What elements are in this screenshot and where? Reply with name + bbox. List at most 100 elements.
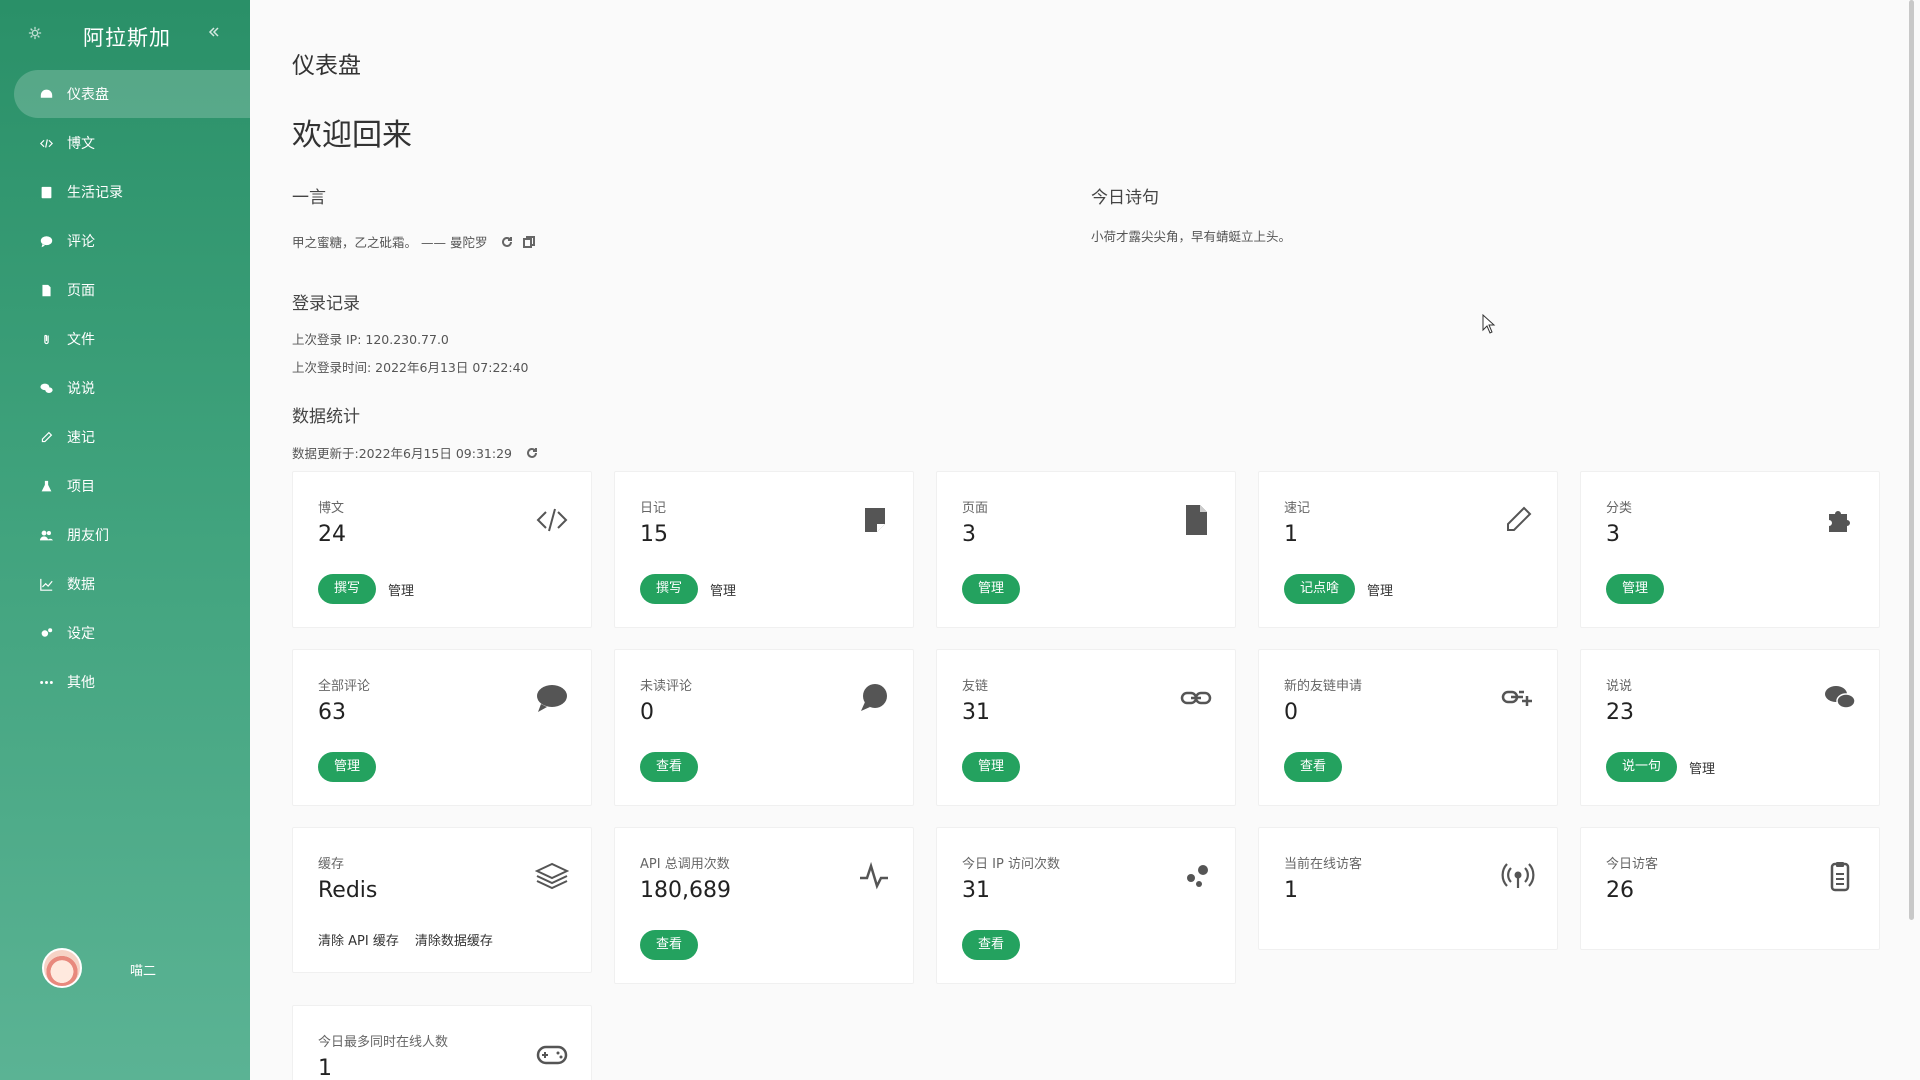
- sidebar-item-dashboard[interactable]: 仪表盘: [14, 70, 250, 118]
- sidebar-item-label: 生活记录: [67, 185, 123, 201]
- card-label: 友链: [962, 679, 989, 694]
- file-icon: [42, 284, 51, 296]
- card-label: 未读评论: [640, 679, 693, 694]
- card-value: Redis: [318, 878, 378, 903]
- comments-icon: [40, 383, 53, 393]
- sidebar-item-comments[interactable]: 评论: [14, 217, 250, 265]
- comment-dots-icon: [857, 682, 891, 714]
- card-label: 全部评论: [318, 679, 371, 694]
- view-link-requests-button[interactable]: 查看: [1284, 752, 1343, 782]
- write-diary-button[interactable]: 撰写: [640, 574, 699, 604]
- stat-card-online-visitors: 当前在线访客 1: [1258, 827, 1558, 950]
- clear-data-cache-link[interactable]: 清除数据缓存: [415, 930, 493, 949]
- view-ip-visits-button[interactable]: 查看: [962, 930, 1021, 960]
- poem-text: 小荷才露尖尖角，早有蜻蜓立上头。: [1091, 229, 1292, 244]
- puzzle-icon: [1823, 504, 1857, 536]
- file-icon: [1179, 504, 1213, 536]
- stats-updated-line: 数据更新于:2022年6月15日 09:31:29: [292, 443, 538, 462]
- manage-posts-link[interactable]: 管理: [388, 580, 414, 599]
- sidebar-item-label: 文件: [67, 332, 95, 348]
- gamepad-icon: [535, 1038, 569, 1070]
- sidebar-item-pages[interactable]: 页面: [14, 266, 250, 314]
- stat-card-categories: 分类 3 管理: [1580, 471, 1880, 628]
- last-login-time: 上次登录时间: 2022年6月13日 07:22:40: [292, 360, 529, 375]
- mouse-cursor-icon: [1482, 314, 1496, 334]
- view-api-calls-button[interactable]: 查看: [640, 930, 699, 960]
- stat-card-api-calls: API 总调用次数 180,689 查看: [614, 827, 914, 984]
- refresh-icon[interactable]: [501, 236, 513, 248]
- stat-card-all-comments: 全部评论 63 管理: [292, 649, 592, 806]
- sidebar-item-files[interactable]: 文件: [14, 315, 250, 363]
- manage-diary-link[interactable]: 管理: [710, 580, 736, 599]
- manage-links-button[interactable]: 管理: [962, 752, 1021, 782]
- manage-pages-button[interactable]: 管理: [962, 574, 1021, 604]
- card-label: 页面: [962, 501, 989, 516]
- stats-title: 数据统计: [292, 407, 360, 427]
- card-label: 博文: [318, 501, 345, 516]
- collapse-sidebar-icon[interactable]: [208, 26, 220, 38]
- login-title: 登录记录: [292, 294, 360, 314]
- sidebar-item-life-records[interactable]: 生活记录: [14, 168, 250, 216]
- copy-icon[interactable]: [523, 236, 536, 248]
- card-value: 63: [318, 700, 346, 725]
- gear-icon[interactable]: [28, 26, 42, 40]
- hitokoto-text: 甲之蜜糖，乙之砒霜。 —— 曼陀罗: [292, 235, 488, 250]
- card-value: 31: [962, 878, 990, 903]
- comment-icon: [40, 235, 53, 247]
- stat-card-posts: 博文 24 撰写 管理: [292, 471, 592, 628]
- code-icon: [40, 138, 53, 148]
- avatar[interactable]: [42, 948, 82, 988]
- dashboard-icon: [40, 89, 53, 98]
- stat-card-unread-comments: 未读评论 0 查看: [614, 649, 914, 806]
- sidebar-item-label: 博文: [67, 136, 95, 152]
- view-unread-comments-button[interactable]: 查看: [640, 752, 699, 782]
- sidebar-item-data[interactable]: 数据: [14, 560, 250, 608]
- sticky-note-icon: [857, 504, 891, 536]
- book-icon: [41, 186, 52, 198]
- manage-notes-link[interactable]: 管理: [1367, 580, 1393, 599]
- comment-icon: [535, 682, 569, 714]
- sidebar-item-notes[interactable]: 速记: [14, 413, 250, 461]
- user-profile[interactable]: 喵二: [42, 948, 232, 988]
- clear-api-cache-link[interactable]: 清除 API 缓存: [318, 930, 399, 949]
- stat-card-pages: 页面 3 管理: [936, 471, 1236, 628]
- add-note-button[interactable]: 记点啥: [1284, 574, 1356, 604]
- sidebar-item-friends[interactable]: 朋友们: [14, 511, 250, 559]
- card-value: 15: [640, 522, 668, 547]
- sidebar-item-label: 说说: [67, 381, 95, 397]
- chart-icon: [40, 578, 53, 591]
- stats-updated: 数据更新于:2022年6月15日 09:31:29: [292, 446, 512, 461]
- paperclip-icon: [44, 334, 49, 344]
- scrollbar[interactable]: [1909, 0, 1914, 920]
- broadcast-icon: [1501, 860, 1535, 892]
- stat-card-link-requests: 新的友链申请 0 查看: [1258, 649, 1558, 806]
- write-post-button[interactable]: 撰写: [318, 574, 377, 604]
- card-label: 新的友链申请: [1284, 679, 1363, 694]
- manage-comments-button[interactable]: 管理: [318, 752, 377, 782]
- stat-card-peak-online: 今日最多同时在线人数 1: [292, 1005, 592, 1080]
- users-icon: [40, 530, 53, 540]
- sidebar-item-posts[interactable]: 博文: [14, 119, 250, 167]
- ellipsis-icon: [40, 680, 53, 684]
- card-value: 0: [640, 700, 654, 725]
- manage-categories-button[interactable]: 管理: [1606, 574, 1665, 604]
- manage-says-link[interactable]: 管理: [1689, 758, 1715, 777]
- dots-icon: [1179, 860, 1213, 892]
- sidebar-item-settings[interactable]: 设定: [14, 609, 250, 657]
- sidebar-item-projects[interactable]: 项目: [14, 462, 250, 510]
- link-plus-icon: [1501, 682, 1535, 714]
- card-label: 日记: [640, 501, 667, 516]
- hitokoto-title: 一言: [292, 188, 326, 208]
- sidebar-item-says[interactable]: 说说: [14, 364, 250, 412]
- sidebar-item-label: 朋友们: [67, 528, 109, 544]
- card-label: 说说: [1606, 679, 1633, 694]
- say-something-button[interactable]: 说一句: [1606, 752, 1678, 782]
- flask-icon: [41, 480, 52, 491]
- page-title: 仪表盘: [292, 53, 361, 79]
- sidebar: 阿拉斯加 仪表盘 博文 生活记录 评论 页面 文件 说说 速记 项目 朋友们 数…: [0, 0, 250, 1080]
- card-value: 1: [1284, 878, 1298, 903]
- sidebar-item-others[interactable]: 其他: [14, 658, 250, 706]
- cogs-icon: [41, 627, 53, 637]
- sidebar-item-label: 评论: [67, 234, 95, 250]
- refresh-stats-icon[interactable]: [526, 447, 538, 459]
